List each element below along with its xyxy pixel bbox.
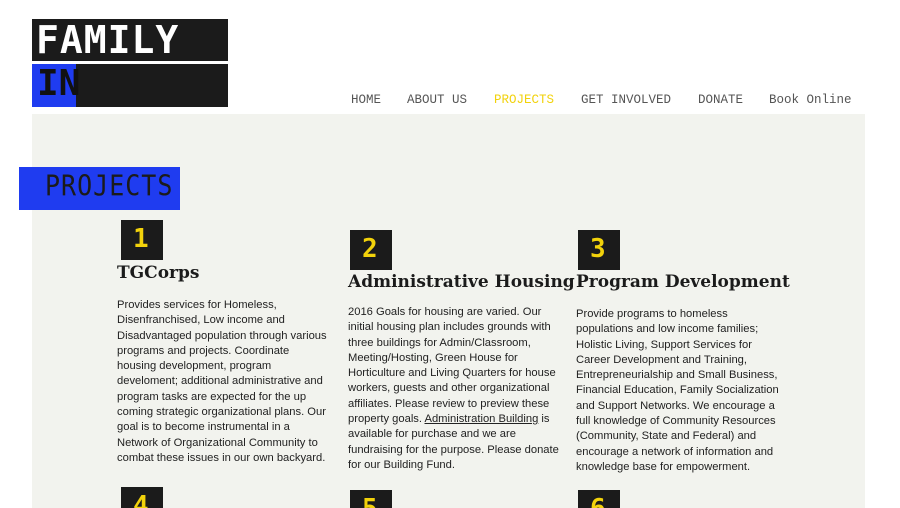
project-number-badge: 1 bbox=[121, 220, 163, 260]
logo-top-block[interactable]: FAMILY bbox=[32, 19, 228, 61]
project-number-badge: 5 bbox=[350, 490, 392, 508]
nav-about-us[interactable]: ABOUT US bbox=[407, 93, 467, 107]
section-title: PROJECTS bbox=[45, 169, 174, 203]
project-description-part: 2016 Goals for housing are varied. Our i… bbox=[348, 306, 556, 426]
logo-text-family: FAMILY bbox=[36, 18, 180, 62]
project-number-badge: 6 bbox=[578, 490, 620, 508]
project-number-badge: 3 bbox=[578, 230, 620, 270]
project-number: 6 bbox=[590, 492, 606, 508]
project-number-badge: 4 bbox=[121, 487, 163, 508]
project-title: Program Development bbox=[576, 272, 790, 292]
nav-get-involved[interactable]: GET INVOLVED bbox=[581, 93, 671, 107]
project-number-badge: 2 bbox=[350, 230, 392, 270]
nav-projects[interactable]: PROJECTS bbox=[494, 93, 554, 107]
project-number: 2 bbox=[362, 234, 378, 264]
project-title: Administrative Housing bbox=[348, 272, 575, 292]
project-number: 1 bbox=[133, 224, 149, 254]
logo-text-in: IN bbox=[37, 63, 81, 104]
section-heading-block: PROJECTS bbox=[19, 167, 180, 210]
nav-book-online[interactable]: Book Online bbox=[769, 93, 852, 107]
project-number: 5 bbox=[362, 492, 378, 508]
administration-building-link[interactable]: Administration Building bbox=[425, 413, 539, 425]
project-description: 2016 Goals for housing are varied. Our i… bbox=[348, 305, 560, 473]
project-description: Provide programs to homeless populations… bbox=[576, 308, 779, 473]
nav-donate[interactable]: DONATE bbox=[698, 93, 743, 107]
project-title: TGCorps bbox=[117, 263, 200, 283]
logo-bottom-block[interactable]: IN bbox=[32, 64, 228, 107]
project-number: 3 bbox=[590, 234, 606, 264]
project-number: 4 bbox=[133, 491, 149, 508]
project-description: Provides services for Homeless, Disenfra… bbox=[117, 299, 327, 464]
nav-home[interactable]: HOME bbox=[351, 93, 381, 107]
